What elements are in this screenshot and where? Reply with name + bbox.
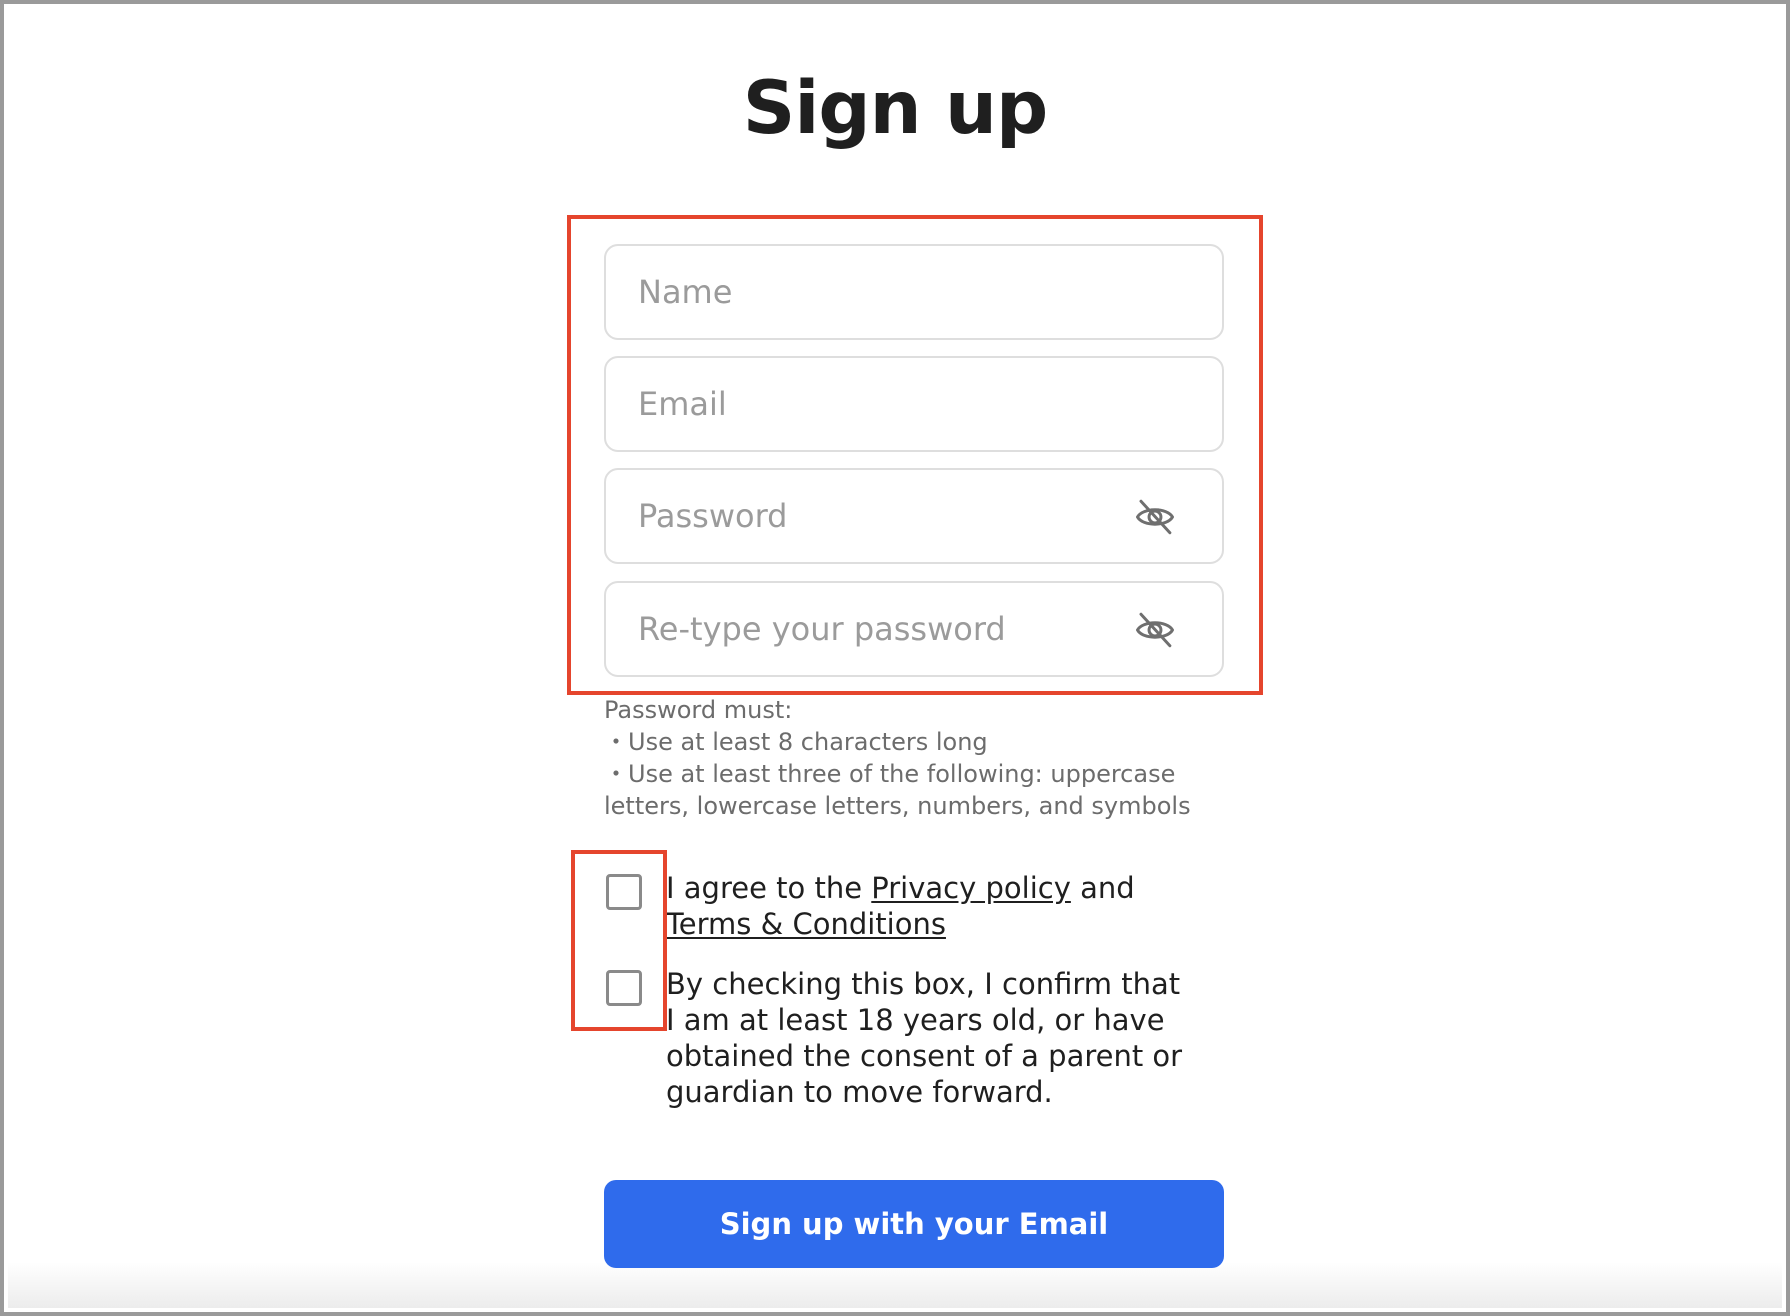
terms-text-middle: and bbox=[1070, 871, 1135, 905]
bottom-shadow bbox=[8, 1262, 1782, 1308]
retype-password-input[interactable] bbox=[638, 583, 1138, 675]
password-input[interactable] bbox=[638, 470, 1138, 562]
password-rules-heading: Password must: bbox=[604, 696, 793, 724]
privacy-policy-link[interactable]: Privacy policy bbox=[871, 871, 1071, 905]
password-field[interactable] bbox=[604, 468, 1224, 564]
terms-consent-row: I agree to the Privacy policy and Terms … bbox=[604, 870, 1164, 950]
terms-conditions-link[interactable]: Terms & Conditions bbox=[666, 907, 946, 941]
eye-off-icon[interactable] bbox=[1134, 609, 1176, 651]
retype-password-field[interactable] bbox=[604, 581, 1224, 677]
name-input[interactable] bbox=[638, 246, 1138, 338]
page-title: Sign up bbox=[742, 66, 1048, 151]
age-checkbox[interactable] bbox=[606, 970, 642, 1006]
sign-up-email-button[interactable]: Sign up with your Email bbox=[604, 1180, 1224, 1268]
window-frame: Sign up Password must: ・Use at least 8 c… bbox=[0, 0, 1790, 1316]
name-field[interactable] bbox=[604, 244, 1224, 340]
email-input[interactable] bbox=[638, 358, 1138, 450]
terms-text-before: I agree to the bbox=[666, 871, 872, 905]
age-consent-row: By checking this box, I confirm that I a… bbox=[604, 966, 1182, 1116]
password-rule-item: ・Use at least 8 characters long bbox=[604, 728, 988, 756]
password-rule-item: ・Use at least three of the following: up… bbox=[604, 760, 1191, 820]
age-consent-label: By checking this box, I confirm that I a… bbox=[666, 967, 1183, 1109]
terms-checkbox[interactable] bbox=[606, 874, 642, 910]
terms-consent-label: I agree to the Privacy policy and Terms … bbox=[666, 870, 1186, 942]
eye-off-icon[interactable] bbox=[1134, 496, 1176, 538]
password-requirements: Password must: ・Use at least 8 character… bbox=[604, 694, 1244, 822]
email-field[interactable] bbox=[604, 356, 1224, 452]
